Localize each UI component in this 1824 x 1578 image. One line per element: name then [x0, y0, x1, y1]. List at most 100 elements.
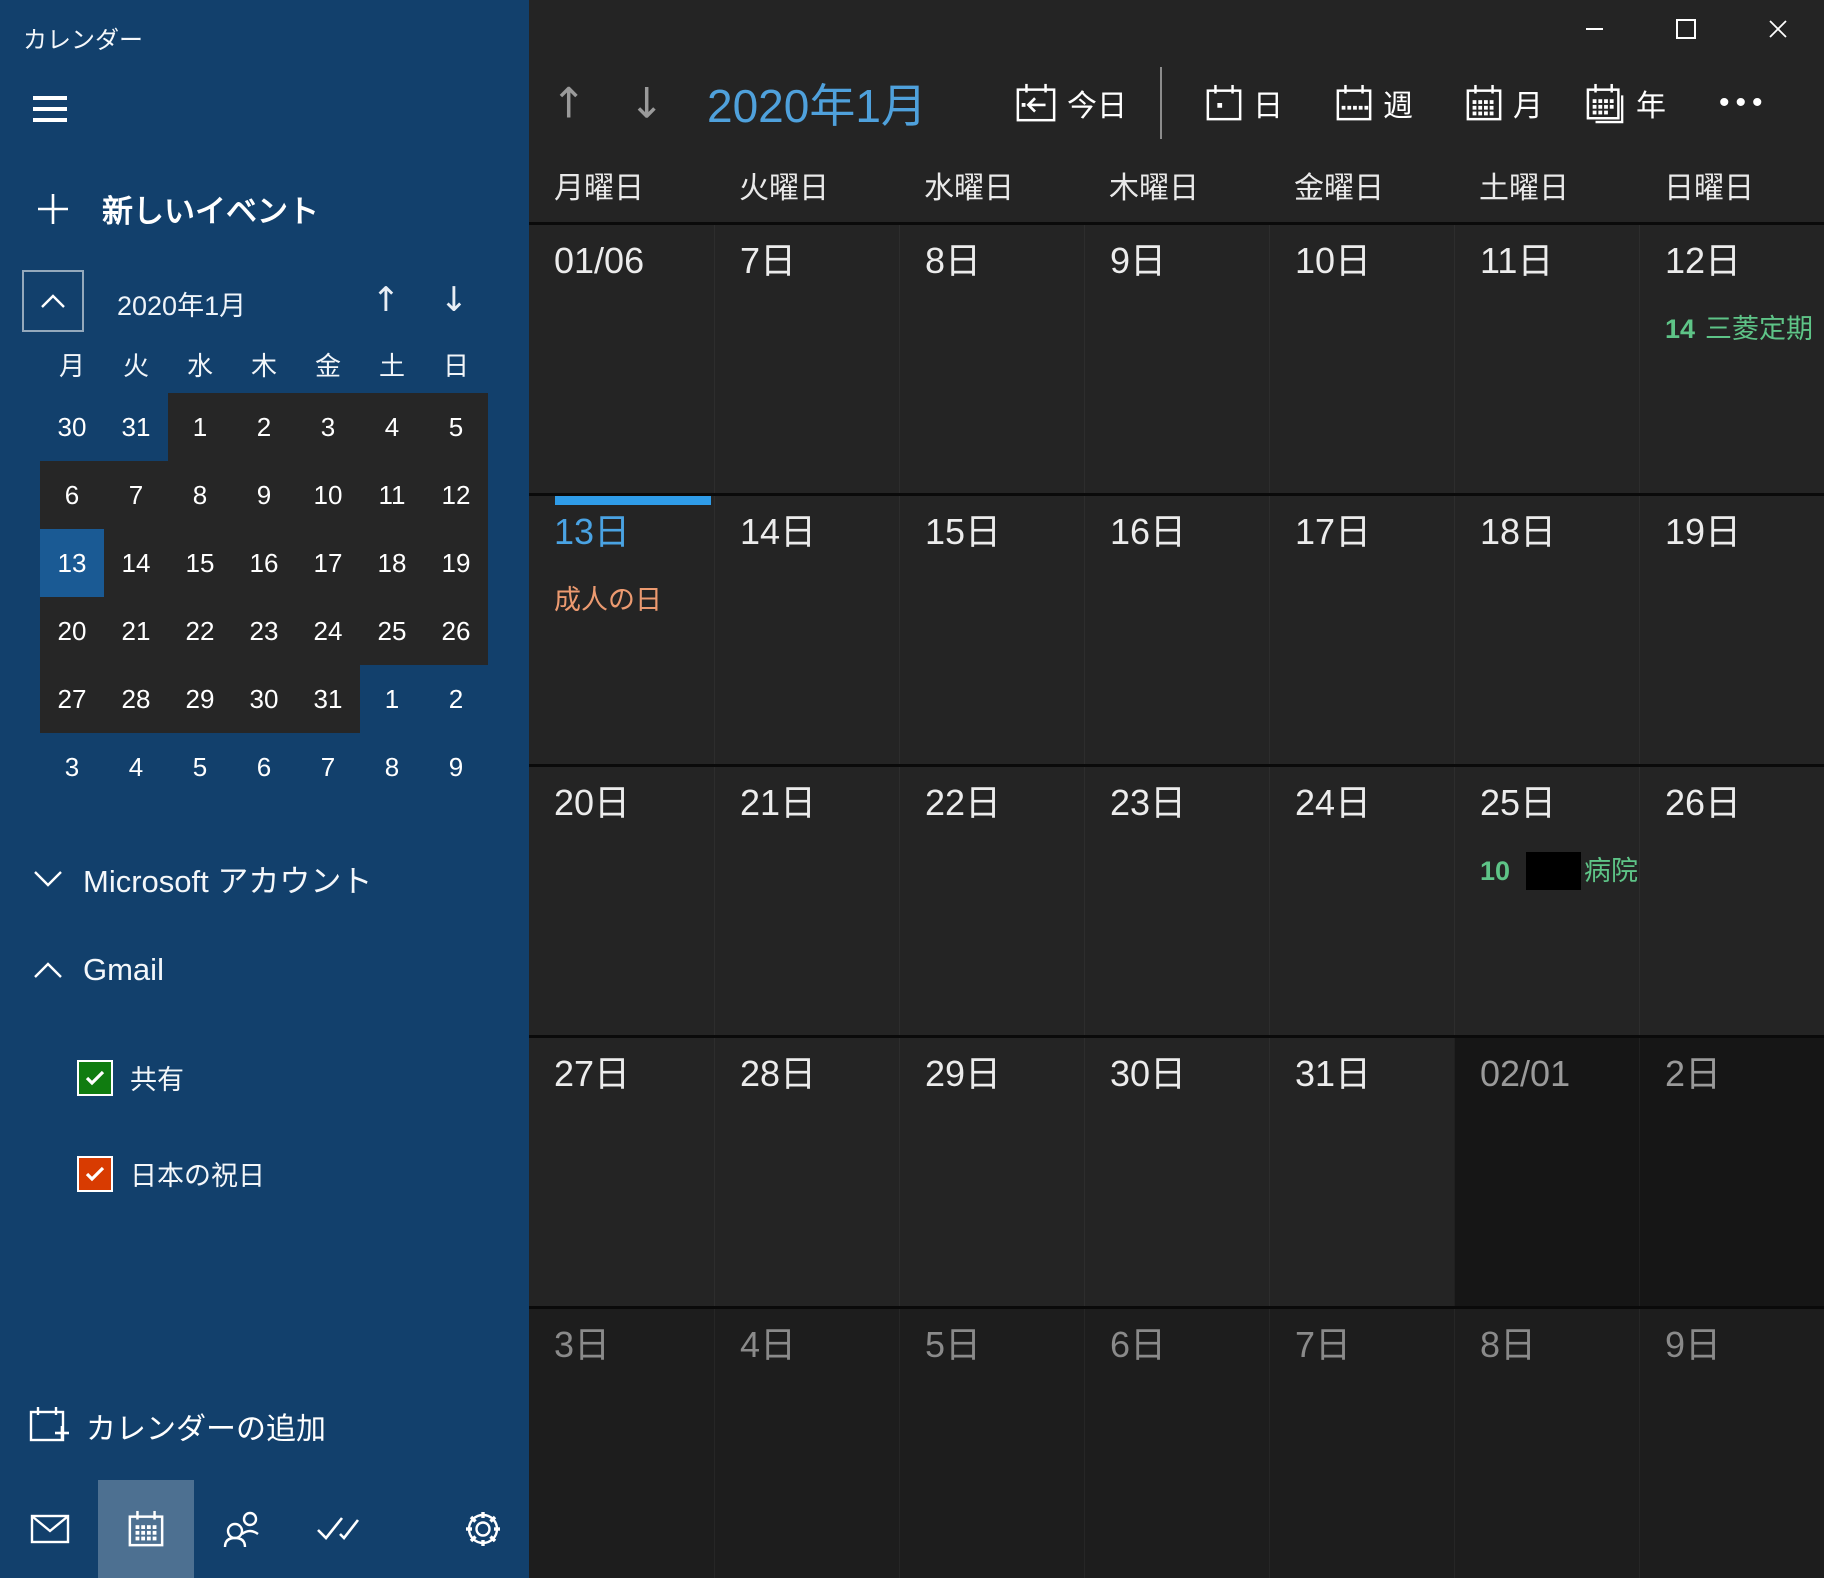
- mini-day[interactable]: 31: [296, 665, 360, 733]
- view-week-button[interactable]: 週: [1335, 81, 1413, 125]
- mini-day[interactable]: 26: [424, 597, 488, 665]
- checkbox-checked[interactable]: [77, 1155, 113, 1192]
- day-cell[interactable]: 02/01: [1454, 1038, 1639, 1306]
- mail-nav-button[interactable]: [2, 1480, 98, 1578]
- mini-day[interactable]: 22: [168, 597, 232, 665]
- maximize-button[interactable]: [1640, 0, 1732, 58]
- calendar-checkbox-row[interactable]: 日本の祝日: [77, 1154, 265, 1193]
- mini-day[interactable]: 5: [168, 733, 232, 801]
- day-cell[interactable]: 8日: [899, 225, 1084, 493]
- day-cell[interactable]: 01/06: [529, 225, 714, 493]
- mini-calendar-prev-button[interactable]: ↑: [360, 274, 412, 326]
- mini-day[interactable]: 18: [360, 529, 424, 597]
- calendar-nav-button[interactable]: [98, 1480, 194, 1578]
- calendar-checkbox-row[interactable]: 共有: [77, 1058, 184, 1097]
- previous-month-button[interactable]: ↑: [551, 78, 586, 127]
- mini-day[interactable]: 24: [296, 597, 360, 665]
- day-cell[interactable]: 27日: [529, 1038, 714, 1306]
- mini-day[interactable]: 5: [424, 393, 488, 461]
- mini-day[interactable]: 3: [296, 393, 360, 461]
- day-cell[interactable]: 7日: [714, 225, 899, 493]
- day-cell[interactable]: 19日: [1639, 496, 1824, 764]
- day-cell[interactable]: 5日: [899, 1309, 1084, 1578]
- calendar-event[interactable]: 成人の日: [529, 580, 714, 620]
- mini-day[interactable]: 27: [40, 665, 104, 733]
- view-month-button[interactable]: 月: [1465, 81, 1543, 125]
- mini-day[interactable]: 23: [232, 597, 296, 665]
- settings-nav-button[interactable]: [435, 1480, 529, 1578]
- mini-day[interactable]: 30: [232, 665, 296, 733]
- mini-day[interactable]: 21: [104, 597, 168, 665]
- day-cell[interactable]: 10日: [1269, 225, 1454, 493]
- new-event-button[interactable]: 新しいイベント: [36, 186, 319, 231]
- day-cell[interactable]: 2日: [1639, 1038, 1824, 1306]
- day-cell[interactable]: 14日: [714, 496, 899, 764]
- mini-day[interactable]: 16: [232, 529, 296, 597]
- day-cell[interactable]: 23日: [1084, 767, 1269, 1035]
- account-microsoft[interactable]: Microsoft アカウント: [0, 856, 372, 901]
- mini-day[interactable]: 31: [104, 393, 168, 461]
- day-cell[interactable]: 20日: [529, 767, 714, 1035]
- day-cell[interactable]: 18日: [1454, 496, 1639, 764]
- day-cell[interactable]: 21日: [714, 767, 899, 1035]
- mini-day[interactable]: 3: [40, 733, 104, 801]
- close-button[interactable]: [1732, 0, 1824, 58]
- day-cell[interactable]: 9日: [1639, 1309, 1824, 1578]
- mini-day[interactable]: 9: [232, 461, 296, 529]
- hamburger-menu-button[interactable]: [30, 94, 70, 130]
- mini-day[interactable]: 20: [40, 597, 104, 665]
- day-cell[interactable]: 29日: [899, 1038, 1084, 1306]
- more-options-button[interactable]: •••: [1719, 86, 1769, 120]
- day-cell[interactable]: 17日: [1269, 496, 1454, 764]
- next-month-button[interactable]: ↓: [629, 78, 664, 127]
- mini-day[interactable]: 30: [40, 393, 104, 461]
- mini-day[interactable]: 2: [424, 665, 488, 733]
- mini-day[interactable]: 6: [232, 733, 296, 801]
- mini-day[interactable]: 7: [296, 733, 360, 801]
- day-cell[interactable]: 11日: [1454, 225, 1639, 493]
- day-cell[interactable]: 24日: [1269, 767, 1454, 1035]
- day-cell[interactable]: 28日: [714, 1038, 899, 1306]
- day-cell[interactable]: 9日: [1084, 225, 1269, 493]
- day-cell[interactable]: 26日: [1639, 767, 1824, 1035]
- day-cell[interactable]: 3日: [529, 1309, 714, 1578]
- mini-day[interactable]: 12: [424, 461, 488, 529]
- today-button[interactable]: 今日: [1015, 81, 1127, 125]
- minimize-button[interactable]: [1548, 0, 1640, 58]
- mini-day[interactable]: 1: [168, 393, 232, 461]
- mini-day[interactable]: 11: [360, 461, 424, 529]
- day-cell[interactable]: 22日: [899, 767, 1084, 1035]
- mini-day[interactable]: 25: [360, 597, 424, 665]
- day-cell[interactable]: 15日: [899, 496, 1084, 764]
- day-cell[interactable]: 30日: [1084, 1038, 1269, 1306]
- mini-day[interactable]: 8: [168, 461, 232, 529]
- calendar-event[interactable]: 10 病院: [1455, 851, 1639, 891]
- account-gmail[interactable]: Gmail: [0, 952, 164, 988]
- day-cell[interactable]: 6日: [1084, 1309, 1269, 1578]
- mini-day[interactable]: 29: [168, 665, 232, 733]
- day-cell[interactable]: 7日: [1269, 1309, 1454, 1578]
- tasks-nav-button[interactable]: [290, 1480, 386, 1578]
- mini-day[interactable]: 1: [360, 665, 424, 733]
- day-cell[interactable]: 31日: [1269, 1038, 1454, 1306]
- day-cell[interactable]: 25日 10 病院: [1454, 767, 1639, 1035]
- mini-day[interactable]: 19: [424, 529, 488, 597]
- day-cell[interactable]: 8日: [1454, 1309, 1639, 1578]
- day-cell[interactable]: 4日: [714, 1309, 899, 1578]
- mini-day[interactable]: 10: [296, 461, 360, 529]
- day-cell-selected[interactable]: 13日 成人の日: [529, 496, 714, 764]
- mini-day[interactable]: 28: [104, 665, 168, 733]
- people-nav-button[interactable]: [195, 1480, 291, 1578]
- view-year-button[interactable]: 年: [1586, 81, 1666, 125]
- mini-day[interactable]: 2: [232, 393, 296, 461]
- day-cell[interactable]: 12日 14 三菱定期: [1639, 225, 1824, 493]
- mini-day[interactable]: 15: [168, 529, 232, 597]
- mini-day[interactable]: 14: [104, 529, 168, 597]
- mini-day[interactable]: 6: [40, 461, 104, 529]
- calendar-event[interactable]: 14 三菱定期: [1640, 309, 1824, 349]
- mini-day[interactable]: 4: [360, 393, 424, 461]
- checkbox-checked[interactable]: [77, 1059, 113, 1096]
- day-cell[interactable]: 16日: [1084, 496, 1269, 764]
- mini-calendar-title[interactable]: 2020年1月: [117, 284, 246, 323]
- mini-day[interactable]: 17: [296, 529, 360, 597]
